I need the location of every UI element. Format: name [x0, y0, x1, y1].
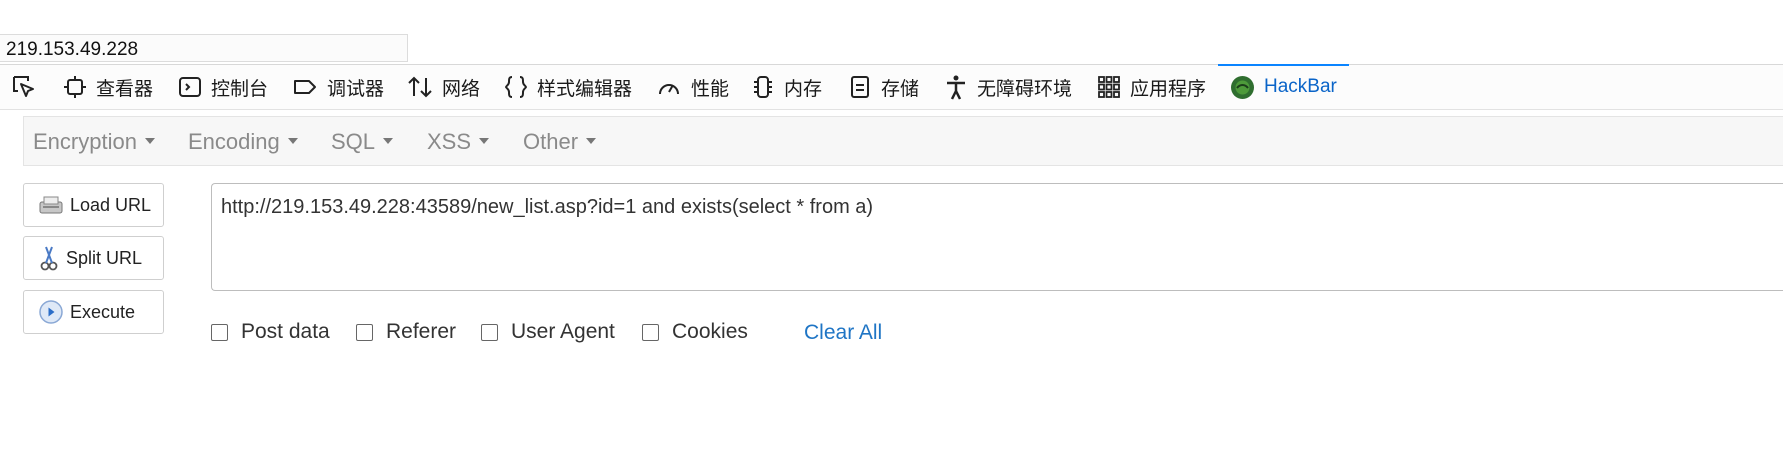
accessibility-icon: [947, 75, 965, 100]
tab-label: 性能: [691, 78, 730, 100]
tab-label: 内存: [784, 78, 823, 100]
tab-label: 样式编辑器: [537, 78, 633, 100]
tab-memory[interactable]: 内存: [751, 65, 822, 109]
load-icon: [39, 196, 63, 214]
execute-button[interactable]: Execute: [23, 290, 164, 334]
tab-accessibility[interactable]: 无障碍环境: [944, 65, 1072, 109]
tab-network[interactable]: 网络: [407, 65, 480, 109]
application-icon: [1098, 76, 1120, 98]
tab-storage[interactable]: 存储: [848, 65, 919, 109]
scissors-icon: [40, 246, 58, 271]
tab-hackbar[interactable]: HackBar: [1218, 64, 1349, 109]
checkbox-box[interactable]: [642, 323, 659, 341]
caret-down-icon: [287, 138, 298, 145]
post-data-checkbox[interactable]: Post data: [211, 320, 330, 344]
tab-label: 查看器: [96, 78, 154, 100]
tab-console[interactable]: 控制台: [178, 65, 268, 109]
tab-application[interactable]: 应用程序: [1097, 65, 1206, 109]
menu-xss[interactable]: XSS: [427, 117, 490, 167]
checkbox-box[interactable]: [481, 323, 498, 341]
tab-performance[interactable]: 性能: [656, 65, 729, 109]
caret-down-icon: [144, 138, 155, 145]
memory-icon: [754, 76, 772, 98]
inspector-icon: [64, 76, 86, 98]
checkbox-box[interactable]: [211, 323, 228, 341]
tab-style-editor[interactable]: 样式编辑器: [504, 65, 632, 109]
split-url-button[interactable]: Split URL: [23, 236, 164, 280]
tab-label: HackBar: [1264, 76, 1337, 97]
cookies-checkbox[interactable]: Cookies: [642, 320, 748, 344]
hackbar-menu-bar: Encryption Encoding SQL XSS Other: [23, 116, 1783, 166]
caret-down-icon: [586, 138, 597, 145]
menu-other[interactable]: Other: [523, 117, 597, 167]
tab-inspector[interactable]: 查看器: [63, 65, 153, 109]
caret-down-icon: [479, 138, 490, 145]
address-bar[interactable]: 219.153.49.228: [0, 34, 408, 62]
tab-debugger[interactable]: 调试器: [292, 65, 384, 109]
network-icon: [408, 76, 432, 98]
tab-label: 应用程序: [1130, 78, 1207, 100]
checkbox-box[interactable]: [356, 323, 373, 341]
play-icon: [39, 300, 63, 324]
tab-label: 无障碍环境: [977, 78, 1073, 100]
debugger-icon: [294, 80, 316, 94]
tab-label: 控制台: [211, 78, 269, 100]
element-picker-icon[interactable]: [10, 73, 38, 106]
hackbar-icon: [1231, 75, 1254, 99]
load-url-button[interactable]: Load URL: [23, 183, 164, 227]
tab-label: 调试器: [327, 78, 385, 100]
clear-all-link[interactable]: Clear All: [804, 320, 882, 346]
url-textarea[interactable]: http://219.153.49.228:43589/new_list.asp…: [211, 183, 1783, 291]
tab-label: 网络: [442, 78, 481, 100]
performance-icon: [659, 84, 679, 95]
caret-down-icon: [383, 138, 394, 145]
menu-encoding[interactable]: Encoding: [188, 117, 298, 167]
user-agent-checkbox[interactable]: User Agent: [481, 320, 615, 344]
referer-checkbox[interactable]: Referer: [356, 320, 456, 344]
console-icon: [179, 77, 201, 97]
storage-icon: [851, 76, 869, 98]
menu-encryption[interactable]: Encryption: [33, 117, 155, 167]
menu-sql[interactable]: SQL: [331, 117, 394, 167]
tab-label: 存储: [881, 78, 920, 100]
devtools-toolbar: 查看器 控制台 调试器 网络 样式编辑器 性能 内存 存储 无障碍环境 应用程序…: [0, 64, 1783, 110]
style-editor-icon: [504, 76, 528, 98]
